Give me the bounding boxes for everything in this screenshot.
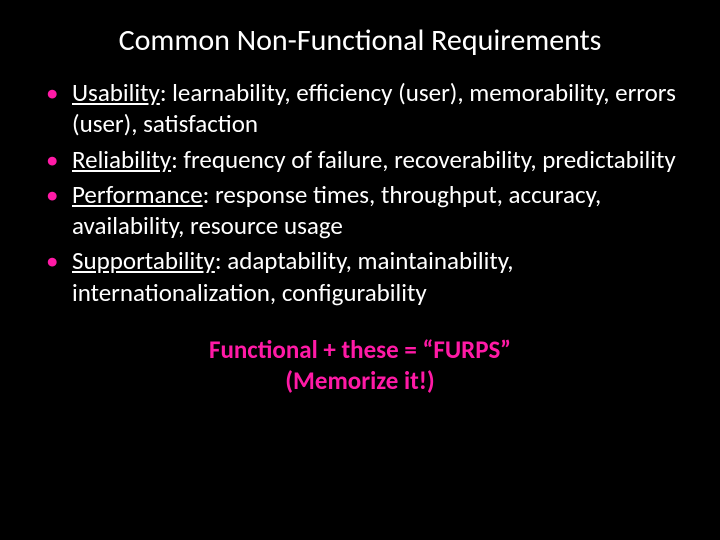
footer-callout: Functional + these = “FURPS” (Memorize i… [38,334,682,397]
bullet-text: : frequency of failure, recoverability, … [171,144,676,175]
bullet-term: Reliability [72,144,171,175]
slide-content: Usability: learnability, efficiency (use… [0,77,720,396]
slide: Common Non-Functional Requirements Usabi… [0,0,720,540]
bullet-term: Usability [72,77,160,108]
footer-line-2: (Memorize it!) [38,365,682,396]
bullet-term: Supportability [72,245,215,276]
footer-line-1: Functional + these = “FURPS” [38,334,682,365]
list-item: Performance: response times, throughput,… [38,179,682,242]
list-item: Supportability: adaptability, maintainab… [38,245,682,308]
list-item: Reliability: frequency of failure, recov… [38,144,682,175]
list-item: Usability: learnability, efficiency (use… [38,77,682,140]
bullet-term: Performance [72,179,203,210]
bullet-text: : learnability, efficiency (user), memor… [72,77,676,139]
bullet-list: Usability: learnability, efficiency (use… [38,77,682,308]
slide-title: Common Non-Functional Requirements [0,0,720,77]
